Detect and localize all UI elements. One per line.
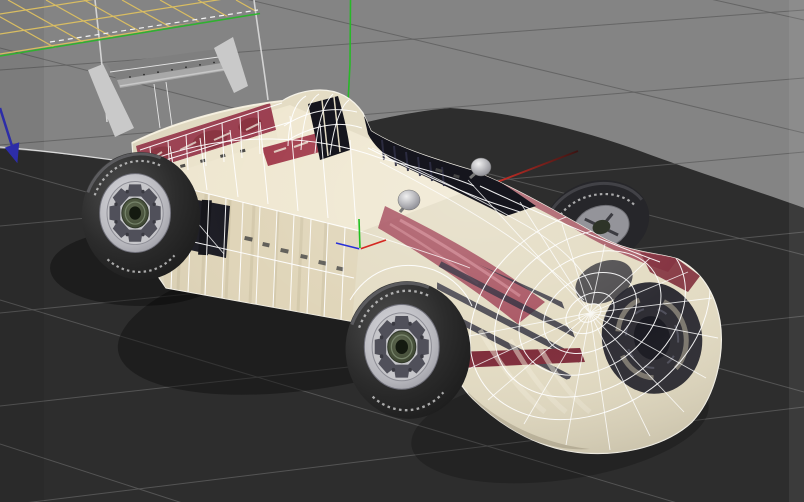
gizmo-y-axis[interactable]: [359, 219, 360, 249]
viewport-3d[interactable]: [0, 0, 804, 502]
right-wall-band: [789, 0, 804, 502]
left-wall-band: [0, 0, 44, 502]
scene-canvas: [0, 0, 804, 502]
